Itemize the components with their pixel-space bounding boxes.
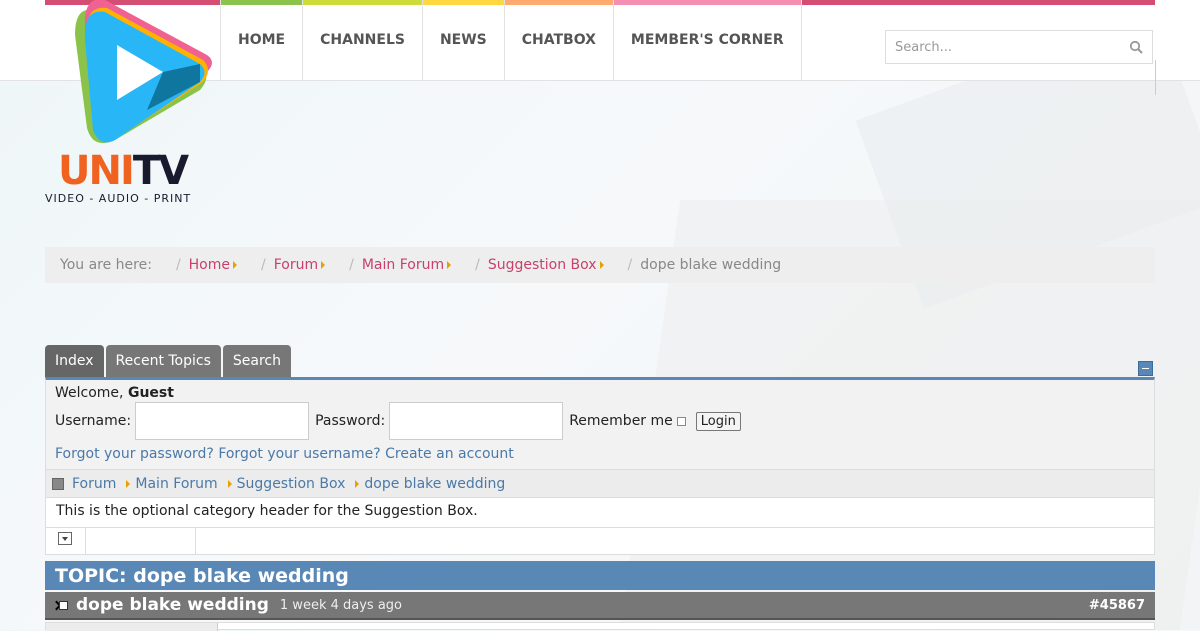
pathway-forum[interactable]: Forum [72, 476, 116, 492]
nav-strip [504, 0, 613, 5]
breadcrumb-separator: / [627, 257, 633, 273]
pathway-main-forum[interactable]: Main Forum [135, 476, 217, 492]
nav-strip [221, 0, 303, 5]
password-field[interactable] [389, 402, 564, 440]
breadcrumb-suggestion-box[interactable]: Suggestion Box [488, 257, 597, 273]
caret-right-icon [233, 261, 237, 269]
tab-search[interactable]: Search [222, 345, 291, 377]
search-input[interactable]: Search... [885, 30, 1153, 64]
topic-tools-row [45, 527, 1155, 555]
tools-cell [85, 528, 196, 554]
remember-checkbox[interactable] [676, 416, 686, 426]
remember-label: Remember me [569, 413, 673, 429]
breadcrumb-main-forum[interactable]: Main Forum [362, 257, 444, 273]
caret-right-icon [227, 479, 232, 488]
chevron-down-icon[interactable] [58, 532, 72, 545]
nav-strip [613, 0, 801, 5]
account-links: Forgot your password? Forgot your userna… [55, 446, 514, 462]
nav-home[interactable]: HOME [220, 0, 303, 80]
pathway-topic[interactable]: dope blake wedding [364, 476, 505, 492]
post-header: dope blake wedding 1 week 4 days ago #45… [45, 592, 1155, 620]
breadcrumb-forum[interactable]: Forum [274, 257, 318, 273]
login-panel: Welcome, Guest Username: Password: Remem… [45, 377, 1155, 469]
nav-chatbox[interactable]: CHATBOX [503, 0, 613, 80]
nav-label: HOME [238, 32, 286, 48]
search-placeholder: Search... [895, 39, 953, 55]
pathway-icon [52, 477, 64, 490]
collapse-icon[interactable] [1138, 361, 1153, 376]
login-button[interactable]: Login [695, 411, 741, 431]
breadcrumb: You are here: / Home / Forum / Main Foru… [45, 247, 1155, 283]
caret-right-icon [355, 479, 360, 488]
breadcrumb-separator: / [475, 257, 480, 273]
nav-label: CHATBOX [521, 32, 596, 48]
main-nav: HOME CHANNELS NEWS CHATBOX MEMBER'S CORN… [220, 0, 802, 80]
nav-members-corner[interactable]: MEMBER'S CORNER [612, 0, 802, 80]
caret-right-icon [321, 261, 326, 269]
post-body [45, 622, 1155, 631]
nav-label: NEWS [439, 32, 487, 48]
login-form: Username: Password: Remember me Login [55, 402, 741, 440]
site-logo[interactable]: UNITV VIDEO - AUDIO - PRINT [45, 0, 225, 205]
username-field[interactable] [135, 402, 310, 440]
guest-username: Guest [127, 385, 174, 401]
breadcrumb-home[interactable]: Home [189, 257, 230, 273]
logo-wordmark: UNITV [58, 148, 189, 194]
tab-index[interactable]: Index [45, 345, 104, 377]
username-label: Username: [55, 413, 132, 429]
breadcrumb-separator: / [349, 257, 354, 273]
create-account-link[interactable]: Create an account [385, 446, 514, 462]
divider [1155, 60, 1156, 95]
breadcrumb-separator: / [175, 257, 181, 273]
breadcrumb-current: dope blake wedding [640, 257, 782, 273]
breadcrumb-separator: / [261, 257, 266, 273]
post-timestamp: 1 week 4 days ago [279, 597, 402, 613]
caret-right-icon [599, 261, 604, 269]
caret-right-icon [447, 261, 452, 269]
topic-heading: TOPIC: dope blake wedding [45, 561, 1155, 590]
forum-pathway: Forum Main Forum Suggestion Box dope bla… [45, 469, 1155, 498]
nav-label: MEMBER'S CORNER [630, 32, 784, 48]
nav-label: CHANNELS [320, 32, 405, 48]
post-title[interactable]: dope blake wedding [76, 595, 269, 615]
remember-me: Remember me [569, 413, 686, 429]
post-status-icon [53, 599, 68, 611]
post-id[interactable]: #45867 [1089, 598, 1145, 613]
nav-strip [303, 0, 422, 5]
tools-cell [46, 528, 86, 554]
caret-right-icon [126, 479, 131, 488]
nav-news[interactable]: NEWS [421, 0, 504, 80]
nav-strip [422, 0, 504, 5]
forgot-password-link[interactable]: Forgot your password? [55, 446, 214, 462]
pathway-suggestion-box[interactable]: Suggestion Box [237, 476, 346, 492]
forgot-username-link[interactable]: Forgot your username? [218, 446, 380, 462]
nav-channels[interactable]: CHANNELS [302, 0, 422, 80]
search-icon[interactable] [1129, 40, 1143, 54]
welcome-text: Welcome, Guest [55, 385, 174, 401]
logo-tagline: VIDEO - AUDIO - PRINT [45, 192, 192, 205]
forum-tabs: Index Recent Topics Search [45, 345, 291, 377]
breadcrumb-prefix: You are here: [60, 257, 152, 273]
tab-recent-topics[interactable]: Recent Topics [105, 345, 221, 377]
password-label: Password: [315, 413, 386, 429]
category-header: This is the optional category header for… [45, 498, 1155, 527]
logo-play-icon [75, 0, 212, 144]
